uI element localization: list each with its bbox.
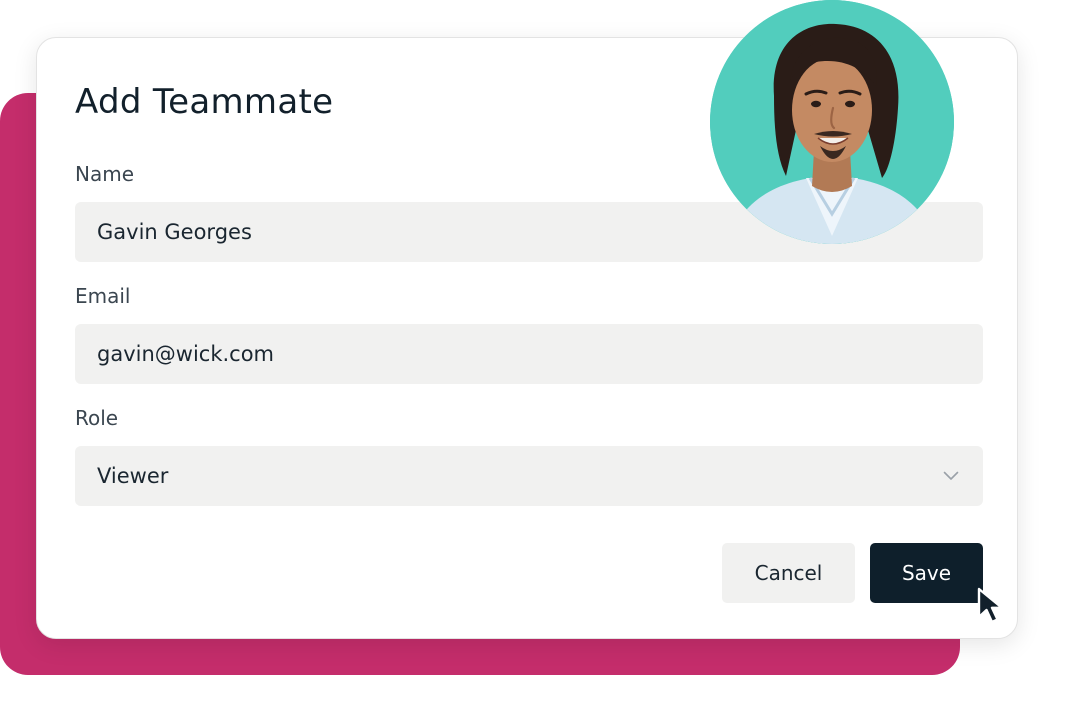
name-label: Name <box>75 162 135 186</box>
email-field[interactable]: gavin@wick.com <box>75 324 983 384</box>
email-label: Email <box>75 284 131 308</box>
stage: Add Teammate Name Gavin Georges Email ga… <box>0 0 1080 706</box>
chevron-down-icon <box>941 466 961 486</box>
cursor-arrow-icon <box>977 587 1004 624</box>
email-field-value: gavin@wick.com <box>97 342 275 366</box>
save-button[interactable]: Save <box>870 543 983 603</box>
role-select[interactable]: Viewer <box>75 446 983 506</box>
role-select-value: Viewer <box>97 464 169 488</box>
avatar-portrait <box>710 0 954 244</box>
role-label: Role <box>75 406 119 430</box>
cancel-button[interactable]: Cancel <box>722 543 855 603</box>
dialog-title: Add Teammate <box>75 82 334 122</box>
avatar <box>710 0 954 244</box>
name-field-value: Gavin Georges <box>97 220 252 244</box>
